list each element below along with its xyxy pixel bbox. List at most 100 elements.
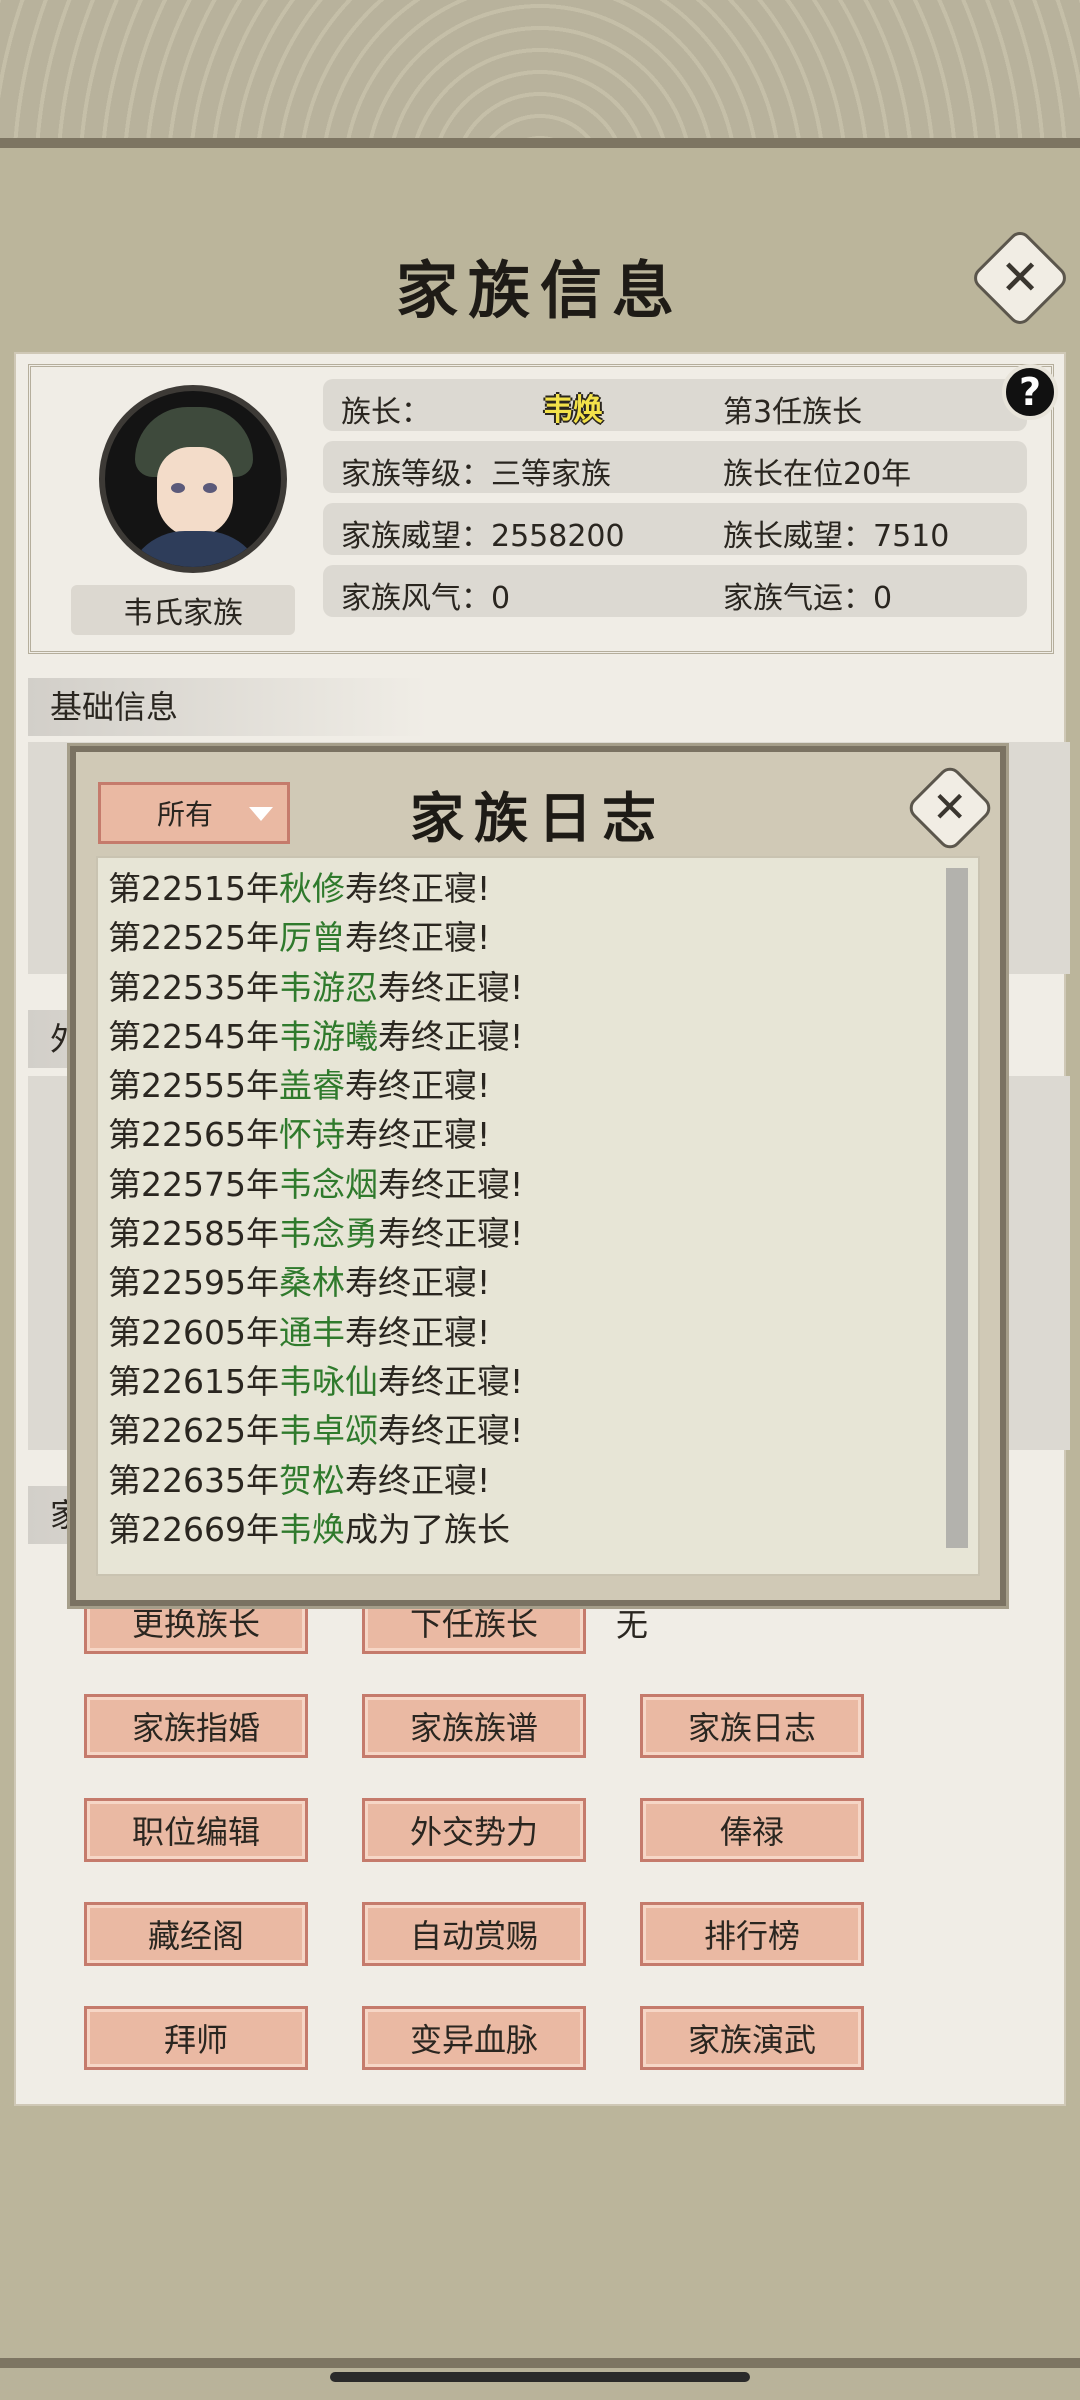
log-entry-event: 成为了族长 xyxy=(344,1509,510,1549)
genealogy-button[interactable]: 家族族谱 xyxy=(362,1694,586,1758)
log-entry-year: 第22615年 xyxy=(108,1361,279,1401)
log-entry-person[interactable]: 韦卓颂 xyxy=(279,1411,378,1450)
top-decoration xyxy=(0,0,1080,150)
log-entry-person[interactable]: 韦游曦 xyxy=(279,1017,378,1056)
log-entry-person[interactable]: 秋修 xyxy=(279,869,345,908)
log-entry-event: 寿终正寝! xyxy=(344,918,491,958)
log-entry: 第22585年韦念勇寿终正寝! xyxy=(108,1209,978,1258)
log-entry: 第22555年盖睿寿终正寝! xyxy=(108,1061,978,1110)
log-entry-year: 第22595年 xyxy=(108,1263,279,1303)
leader-term: 第3任族长 xyxy=(723,395,863,430)
log-entry: 第22635年贺松寿终正寝! xyxy=(108,1456,978,1505)
log-entry-person[interactable]: 韦游忍 xyxy=(279,968,378,1007)
info-row-prestige: 家族威望：2558200 族长威望：7510 xyxy=(323,503,1027,555)
log-entry: 第22625年韦卓颂寿终正寝! xyxy=(108,1406,978,1455)
log-entry-person[interactable]: 怀诗 xyxy=(279,1115,345,1154)
log-list[interactable]: 第22515年秋修寿终正寝! 第22525年厉曾寿终正寝! 第22535年韦游忍寿终… xyxy=(96,856,980,1576)
log-entry: 第22615年韦咏仙寿终正寝! xyxy=(108,1357,978,1406)
log-entry-year: 第22525年 xyxy=(108,918,279,958)
family-ethos: 家族风气：0 xyxy=(341,581,511,616)
help-button[interactable]: ? xyxy=(1002,364,1058,420)
log-entry: 第22545年韦游曦寿终正寝! xyxy=(108,1012,978,1061)
log-entry-event: 寿终正寝! xyxy=(344,869,491,908)
log-entry-person[interactable]: 厉曾 xyxy=(279,918,345,957)
log-entry-person[interactable]: 贺松 xyxy=(279,1461,345,1500)
profile-card: 韦氏家族 族长： 韦焕 第3任族长 家族等级：三等家族 族长在位20年 家族威望… xyxy=(28,364,1054,654)
leader-prestige: 族长威望：7510 xyxy=(723,519,950,554)
home-indicator[interactable] xyxy=(330,2372,750,2382)
log-entry-event: 寿终正寝! xyxy=(344,1115,491,1155)
log-filter-dropdown[interactable]: 所有 xyxy=(98,782,290,844)
log-entry-event: 寿终正寝! xyxy=(344,1066,491,1106)
family-fortune: 家族气运：0 xyxy=(723,581,893,616)
log-entry-event: 寿终正寝! xyxy=(344,1460,491,1500)
log-entry: 第22515年秋修寿终正寝! xyxy=(108,864,978,913)
log-entry-year: 第22605年 xyxy=(108,1312,279,1352)
log-entry-person[interactable]: 韦念勇 xyxy=(279,1214,378,1253)
log-entry: 第22669年韦焕成为了族长 xyxy=(108,1505,978,1554)
log-entry-year: 第22535年 xyxy=(108,967,279,1007)
log-entry-year: 第22555年 xyxy=(108,1066,279,1106)
log-entry: 第22575年韦念烟寿终正寝! xyxy=(108,1160,978,1209)
leader-label: 族长： xyxy=(341,395,431,430)
log-entry-year: 第22585年 xyxy=(108,1214,279,1254)
ranking-button[interactable]: 排行榜 xyxy=(640,1902,864,1966)
log-entry-event: 寿终正寝! xyxy=(377,1164,524,1204)
log-entry-year: 第22545年 xyxy=(108,1016,279,1056)
log-entries: 第22515年秋修寿终正寝! 第22525年厉曾寿终正寝! 第22535年韦游忍寿终… xyxy=(108,864,978,1554)
family-level: 家族等级：三等家族 xyxy=(341,457,611,492)
log-entry: 第22565年怀诗寿终正寝! xyxy=(108,1110,978,1159)
log-entry-event: 寿终正寝! xyxy=(377,1214,524,1254)
log-entry-person[interactable]: 韦咏仙 xyxy=(279,1362,378,1401)
log-entry-year: 第22565年 xyxy=(108,1115,279,1155)
close-icon: ✕ xyxy=(932,782,968,832)
log-entry-person[interactable]: 通丰 xyxy=(279,1313,345,1352)
log-entry-person[interactable]: 韦焕 xyxy=(279,1510,345,1549)
diplomacy-button[interactable]: 外交势力 xyxy=(362,1798,586,1862)
library-button[interactable]: 藏经阁 xyxy=(84,1902,308,1966)
apprentice-button[interactable]: 拜师 xyxy=(84,2006,308,2070)
log-entry-person[interactable]: 桑林 xyxy=(279,1263,345,1302)
info-row-leader: 族长： 韦焕 第3任族长 xyxy=(323,379,1027,431)
journal-button[interactable]: 家族日志 xyxy=(640,1694,864,1758)
auto-reward-button[interactable]: 自动赏赐 xyxy=(362,1902,586,1966)
family-prestige: 家族威望：2558200 xyxy=(341,519,625,554)
salary-button[interactable]: 俸禄 xyxy=(640,1798,864,1862)
avatar[interactable] xyxy=(99,385,287,573)
log-filter-value: 所有 xyxy=(157,798,214,831)
log-entry-event: 寿终正寝! xyxy=(344,1312,491,1352)
page-title: 家族信息 xyxy=(395,254,684,327)
chevron-down-icon xyxy=(249,807,273,821)
log-entry-year: 第22625年 xyxy=(108,1411,279,1451)
log-entry-year: 第22575年 xyxy=(108,1164,279,1204)
log-entry-person[interactable]: 盖睿 xyxy=(279,1066,345,1105)
log-scrollbar[interactable] xyxy=(946,868,968,1548)
log-entry-event: 寿终正寝! xyxy=(377,967,524,1007)
info-row-ethos: 家族风气：0 家族气运：0 xyxy=(323,565,1027,617)
log-entry: 第22525年厉曾寿终正寝! xyxy=(108,913,978,962)
martial-show-button[interactable]: 家族演武 xyxy=(640,2006,864,2070)
log-entry-event: 寿终正寝! xyxy=(377,1016,524,1056)
close-icon: ✕ xyxy=(999,250,1041,306)
next-leader-value: 无 xyxy=(616,1606,649,1644)
log-entry: 第22535年韦游忍寿终正寝! xyxy=(108,963,978,1012)
leader-tenure: 族长在位20年 xyxy=(723,457,912,492)
info-row-level: 家族等级：三等家族 族长在位20年 xyxy=(323,441,1027,493)
log-entry-year: 第22669年 xyxy=(108,1509,279,1549)
marriage-button[interactable]: 家族指婚 xyxy=(84,1694,308,1758)
leader-name: 韦焕 xyxy=(543,393,603,428)
log-entry-event: 寿终正寝! xyxy=(344,1263,491,1303)
section-basic-header: 基础信息 xyxy=(28,678,428,736)
log-entry-event: 寿终正寝! xyxy=(377,1411,524,1451)
log-entry-year: 第22515年 xyxy=(108,869,279,908)
log-entry-event: 寿终正寝! xyxy=(377,1361,524,1401)
log-entry-year: 第22635年 xyxy=(108,1460,279,1500)
position-edit-button[interactable]: 职位编辑 xyxy=(84,1798,308,1862)
log-entry-person[interactable]: 韦念烟 xyxy=(279,1165,378,1204)
help-icon: ? xyxy=(1018,370,1042,414)
family-name-label: 韦氏家族 xyxy=(71,585,295,635)
log-entry: 第22605年通丰寿终正寝! xyxy=(108,1308,978,1357)
mutant-blood-button[interactable]: 变异血脉 xyxy=(362,2006,586,2070)
log-entry: 第22595年桑林寿终正寝! xyxy=(108,1258,978,1307)
family-log-dialog: 家族日志 所有 ✕ 第22515年秋修寿终正寝! 第22525年厉曾寿终正寝! 第2… xyxy=(70,746,1006,1606)
